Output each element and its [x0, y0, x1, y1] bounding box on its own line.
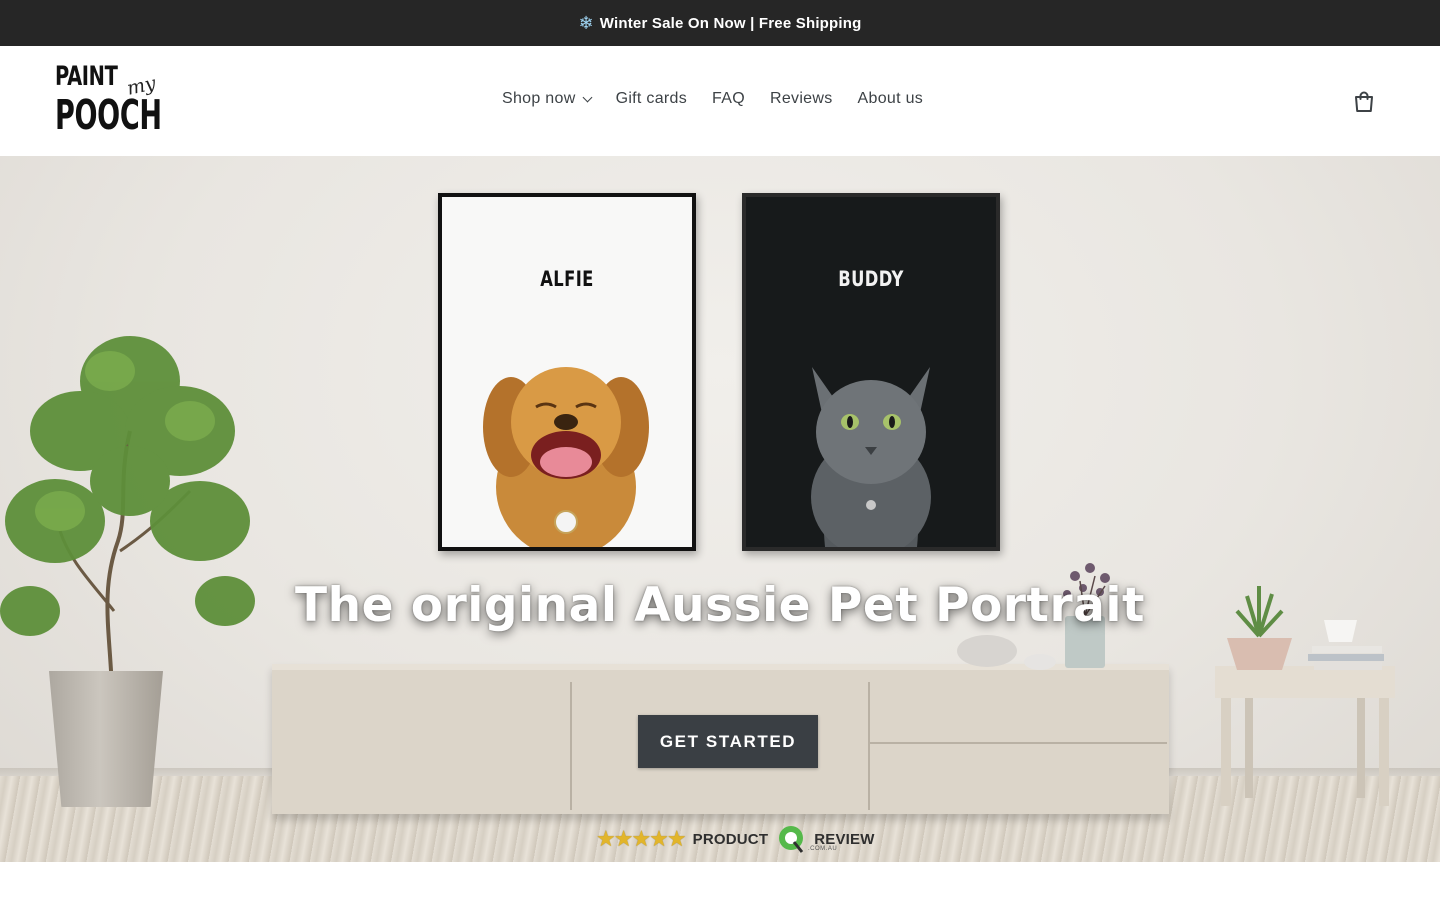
nav-label: FAQ — [712, 90, 745, 107]
announcement-bar: ❄ Winter Sale On Now | Free Shipping — [0, 0, 1440, 46]
hero-headline: The original Aussie Pet Portrait — [295, 578, 1145, 633]
review-label-right: REVIEW — [814, 830, 875, 848]
hero-banner: ALFIE BUDDY The original Aussie Pet Port… — [0, 156, 1440, 862]
site-logo[interactable]: PAINT my POOCH — [55, 61, 162, 141]
rating-stars-icon: ★★★★★ — [596, 826, 687, 851]
get-started-button[interactable]: GET STARTED — [638, 715, 818, 768]
nav-item-reviews[interactable]: Reviews — [770, 90, 833, 108]
dog-portrait-image — [483, 367, 649, 547]
portrait-name: ALFIE — [540, 267, 594, 291]
nav-label: Shop now — [502, 90, 576, 107]
review-label-sub: .COM.AU — [808, 846, 838, 852]
nav-label: Reviews — [769, 90, 833, 107]
nav-label: Gift cards — [615, 90, 688, 107]
plant-pot-decor — [48, 671, 164, 807]
nav-item-faq[interactable]: FAQ — [712, 90, 745, 108]
review-label-left: PRODUCT — [692, 830, 769, 848]
nav-item-gift-cards[interactable]: Gift cards — [616, 90, 687, 108]
cart-icon[interactable] — [1352, 90, 1376, 114]
potted-tree-decor — [0, 336, 255, 691]
product-review-badge[interactable]: ★★★★★ PRODUCT REVIEW .COM.AU — [596, 822, 875, 856]
portrait-frame-alfie: ALFIE — [438, 193, 696, 551]
logo-line-paint: PAINT — [55, 61, 118, 92]
nav-label: About us — [857, 90, 924, 107]
productreview-logo-icon — [779, 826, 804, 853]
snowflake-icon: ❄ — [578, 13, 594, 33]
site-header: PAINT my POOCH Shop now Gift cards FAQ R… — [0, 46, 1440, 156]
nav-item-about-us[interactable]: About us — [858, 90, 924, 108]
cabinet-divider — [868, 682, 870, 810]
logo-line-pooch: POOCH — [55, 91, 162, 139]
side-table-decor — [1215, 666, 1395, 806]
portrait-frame-buddy: BUDDY — [742, 193, 1000, 551]
main-nav: Shop now Gift cards FAQ Reviews About us — [502, 90, 923, 108]
cat-portrait-image — [811, 367, 931, 547]
cabinet-divider — [570, 682, 572, 810]
cabinet-drawer-line — [870, 742, 1167, 744]
portrait-name: BUDDY — [838, 267, 904, 291]
nav-item-shop-now[interactable]: Shop now — [502, 90, 593, 108]
chevron-down-icon — [582, 92, 593, 102]
announcement-text: Winter Sale On Now | Free Shipping — [599, 14, 862, 32]
